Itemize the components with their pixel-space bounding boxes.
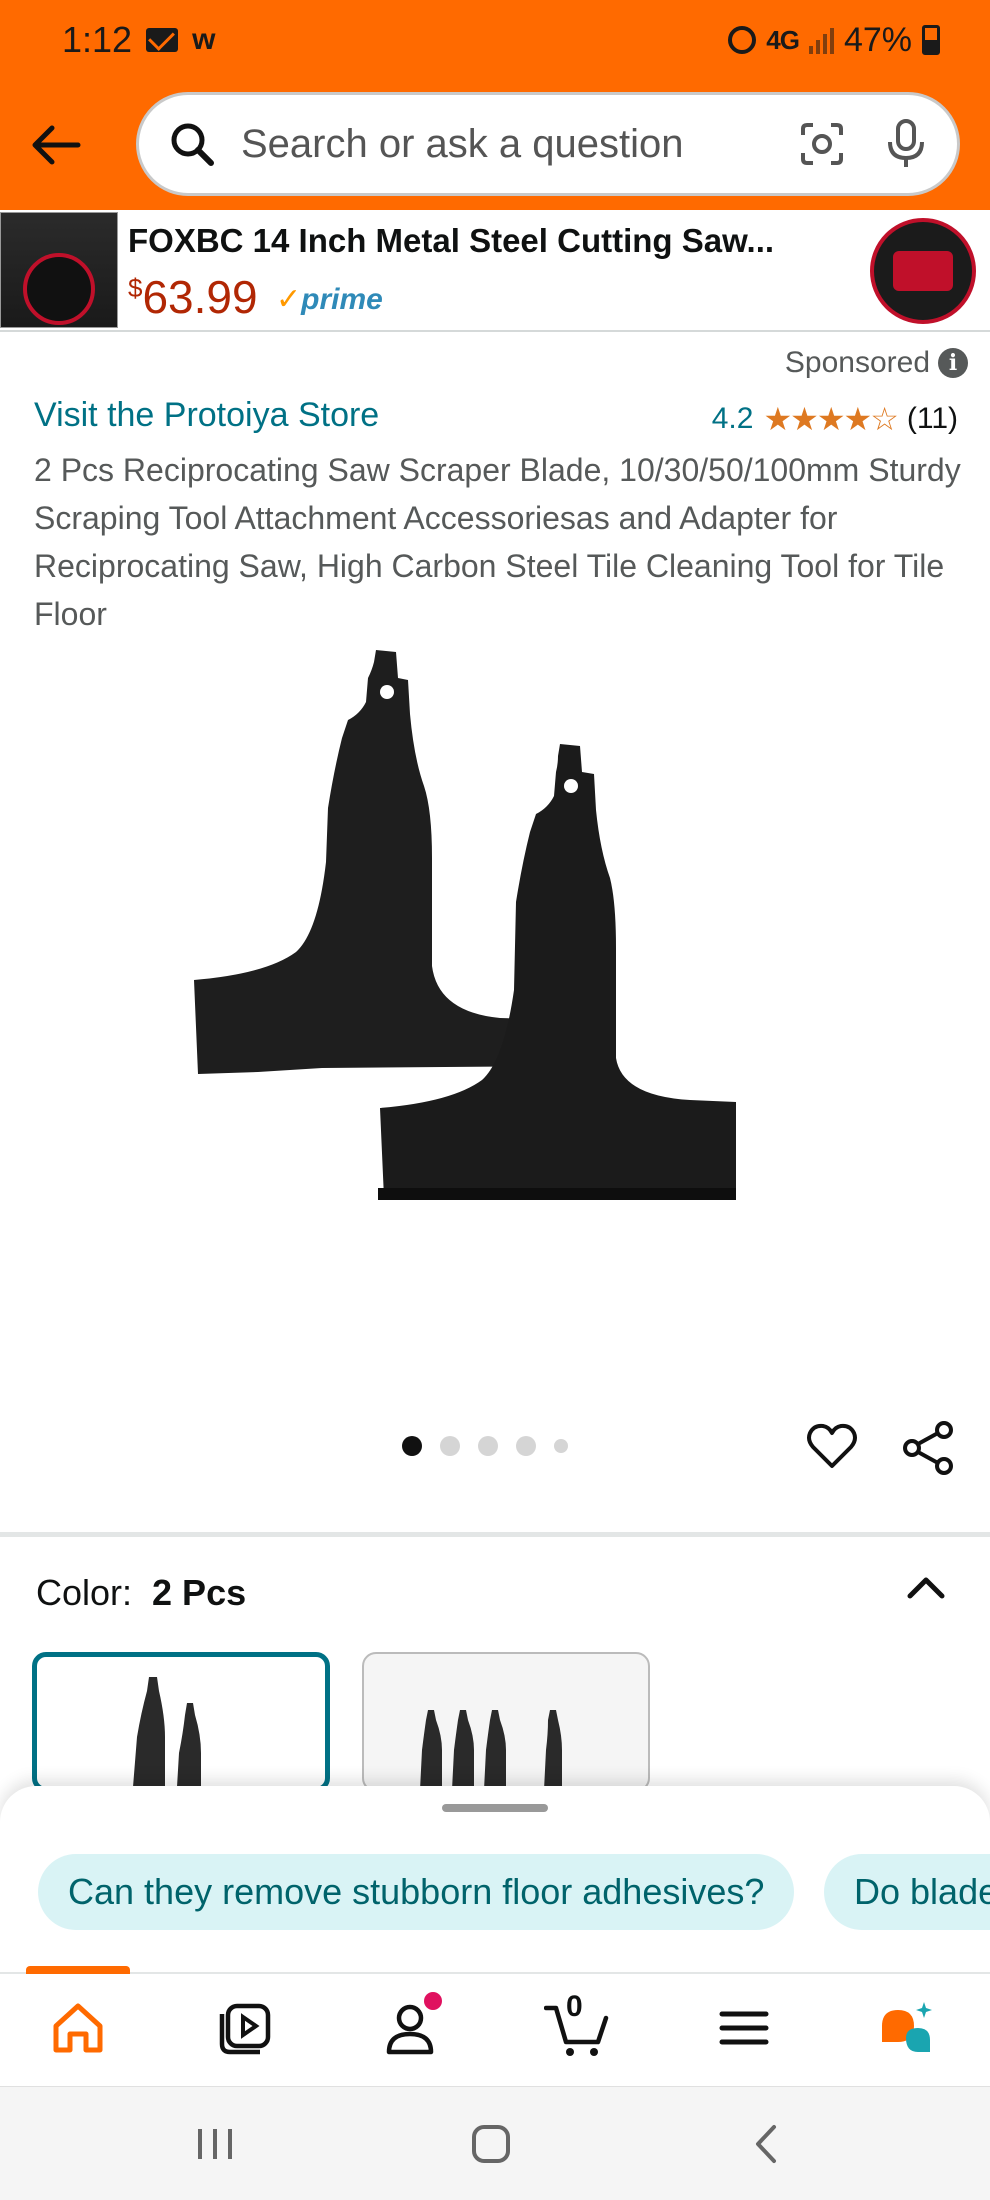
color-selector: Color: 2 Pcs [36,1572,246,1614]
search-header: Search or ask a question [0,80,990,210]
status-time: 1:12 [62,19,133,60]
bottom-navigation: 0 [0,1966,990,2086]
color-swatch-2pcs[interactable] [32,1652,330,1792]
pagination-dot[interactable] [554,1439,568,1453]
color-label: Color: [36,1572,133,1613]
microphone-icon[interactable] [885,118,927,170]
pagination-dot[interactable] [478,1436,498,1456]
suggested-questions-sheet[interactable]: Can they remove stubborn floor adhesives… [0,1786,990,1972]
chevron-up-icon[interactable] [902,1568,950,1608]
recent-apps-icon[interactable] [190,2119,240,2169]
question-chip[interactable]: Do blade [824,1854,990,1930]
prime-check-icon: ✓ [276,283,302,316]
status-bar: 1:12 w 4G 47% [0,0,990,80]
star-rating-icon: ★★★★☆ [763,401,898,437]
search-input[interactable]: Search or ask a question [136,92,960,196]
section-divider [0,1532,990,1537]
sponsored-text: Sponsored [784,346,930,379]
prime-label: prime [301,283,383,316]
search-placeholder: Search or ask a question [241,121,684,166]
heart-icon[interactable] [806,1422,858,1470]
rufus-icon[interactable] [876,1998,936,2058]
system-navigation-bar [0,2086,990,2200]
status-extra: w [192,23,216,56]
back-arrow-icon[interactable] [28,118,82,172]
menu-icon[interactable] [714,1998,774,2058]
battery-percent: 47% [843,20,912,59]
pagination-dot[interactable] [402,1436,422,1456]
mail-icon [146,28,179,52]
ad-title: FOXBC 14 Inch Metal Steel Cutting Saw... [128,222,775,259]
camera-search-icon[interactable] [799,121,845,167]
search-icon [171,123,214,166]
rating-summary[interactable]: 4.2 ★★★★☆ (11) [712,400,958,438]
sponsored-label[interactable]: Sponsored i [785,346,968,380]
review-count: (11) [906,402,958,435]
ad-currency: $ [128,273,143,303]
swatch-image [133,1677,201,1787]
question-chip[interactable]: Can they remove stubborn floor adhesives… [38,1854,795,1930]
battery-icon [922,25,940,55]
store-link[interactable]: Visit the Protoiya Store [34,396,379,435]
ad-brand-logo [870,218,976,324]
notification-dot [424,1992,442,2010]
product-image[interactable] [170,640,820,1360]
pagination-dot[interactable] [440,1436,460,1456]
cart-count: 0 [566,1990,583,2023]
home-icon[interactable] [48,1998,108,2058]
product-title: 2 Pcs Reciprocating Saw Scraper Blade, 1… [34,452,961,632]
video-icon[interactable] [214,1998,274,2058]
signal-icon [808,26,834,54]
back-nav-icon[interactable] [742,2119,792,2169]
alarm-icon [728,26,757,54]
rating-value: 4.2 [711,402,754,435]
network-label: 4G [766,24,800,55]
share-icon[interactable] [900,1420,956,1476]
sponsored-banner[interactable]: FOXBC 14 Inch Metal Steel Cutting Saw...… [0,210,990,332]
ad-price: $63.99 [128,270,258,324]
prime-badge: ✓prime [276,282,383,317]
sheet-drag-handle[interactable] [442,1804,548,1812]
ad-product-thumbnail [0,212,118,328]
info-icon[interactable]: i [938,348,968,378]
color-selected-value: 2 Pcs [152,1572,247,1613]
swatch-image [420,1710,562,1790]
account-button[interactable] [380,1992,442,2058]
cart-button[interactable]: 0 [543,1990,610,2058]
home-button-icon[interactable] [466,2119,516,2169]
ad-price-value: 63.99 [142,271,258,323]
active-tab-indicator [26,1966,130,1974]
pagination-dot[interactable] [516,1436,536,1456]
color-swatch-4pcs[interactable] [362,1652,650,1792]
